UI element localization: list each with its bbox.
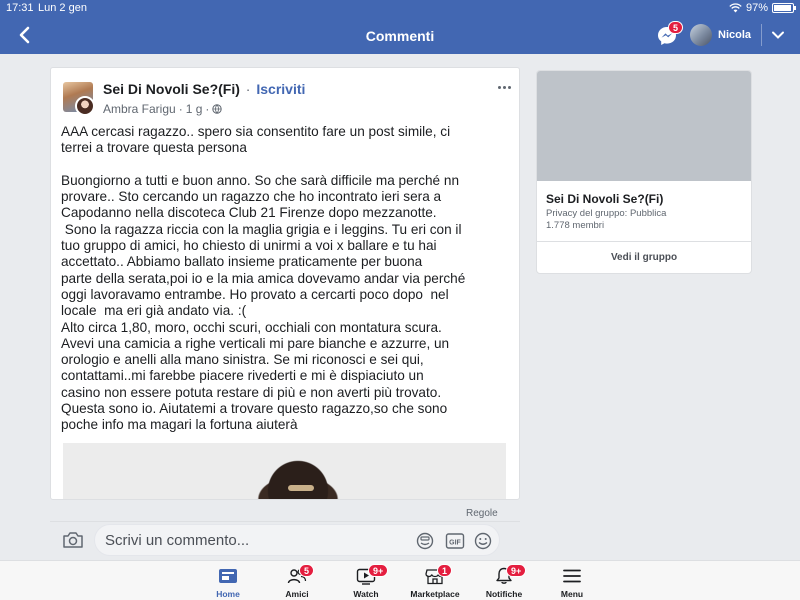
notification-badge: 9+ (368, 564, 389, 577)
post-time[interactable]: 1 g (186, 102, 203, 116)
notification-badge: 1 (437, 564, 453, 577)
more-options-icon[interactable] (498, 86, 512, 90)
group-name-link[interactable]: Sei Di Novoli Se?(Fi) (103, 81, 240, 97)
globe-icon (212, 104, 223, 114)
gif-icon[interactable]: GIF (445, 532, 465, 550)
tab-menu[interactable]: Menu (537, 561, 607, 600)
tab-watch[interactable]: 9+ Watch (331, 561, 401, 600)
wifi-icon (729, 3, 742, 13)
post-header: Sei Di Novoli Se?(Fi) · Iscriviti (103, 81, 305, 97)
view-group-button[interactable]: Vedi il gruppo (537, 242, 751, 273)
subscribe-link[interactable]: Iscriviti (256, 81, 305, 97)
tab-home[interactable]: Home (193, 561, 263, 600)
author-name[interactable]: Ambra Farigu (103, 102, 176, 116)
separator-dot: · (205, 102, 210, 116)
separator-dot: · (178, 102, 183, 116)
author-avatar[interactable] (75, 96, 95, 116)
avatar[interactable] (690, 24, 712, 46)
rules-link[interactable]: Regole (466, 508, 498, 519)
tab-label: Amici (285, 589, 309, 599)
tab-label: Notifiche (485, 589, 523, 599)
separator-dot: · (245, 81, 251, 97)
battery-icon (772, 3, 796, 13)
comment-box: GIF (94, 524, 500, 556)
status-bar: 17:31 Lun 2 gen 97% (0, 0, 800, 16)
bottom-tab-bar: Home 5 Amici 9+ Watch 1 Marketplace 9+ N… (0, 560, 800, 600)
tab-friends[interactable]: 5 Amici (262, 561, 332, 600)
group-cover[interactable] (537, 71, 751, 181)
tab-notifications[interactable]: 9+ Notifiche (469, 561, 539, 600)
group-card: Sei Di Novoli Se?(Fi) Privacy del gruppo… (536, 70, 752, 274)
status-right: 97% (729, 2, 796, 14)
sticker-icon[interactable] (415, 532, 435, 550)
home-icon (219, 569, 237, 583)
group-members: 1.778 membri (546, 220, 605, 231)
notification-badge: 9+ (506, 564, 527, 577)
status-date: Lun 2 gen (38, 2, 87, 14)
menu-icon (563, 569, 581, 583)
tab-label: Home (216, 589, 240, 599)
tab-label: Menu (560, 589, 584, 599)
status-time: 17:31 (6, 2, 34, 14)
divider (50, 521, 520, 522)
post-meta: Ambra Farigu · 1 g · (103, 102, 223, 116)
tab-label: Marketplace (410, 589, 460, 599)
tab-marketplace[interactable]: 1 Marketplace (400, 561, 470, 600)
post-text: AAA cercasi ragazzo.. spero sia consenti… (61, 124, 466, 433)
user-name[interactable]: Nicola (718, 29, 751, 41)
post-card: Sei Di Novoli Se?(Fi) · Iscriviti Ambra … (50, 67, 520, 500)
comment-input[interactable] (105, 525, 415, 555)
post-photo[interactable] (63, 443, 506, 499)
camera-icon[interactable] (62, 530, 84, 550)
top-bar: 17:31 Lun 2 gen 97% Commenti 5 Nicola (0, 0, 800, 54)
messenger-badge: 5 (668, 21, 684, 34)
notification-badge: 5 (299, 564, 315, 577)
svg-text:GIF: GIF (449, 540, 461, 547)
header-divider (761, 24, 762, 46)
group-privacy: Privacy del gruppo: Pubblica (546, 208, 667, 219)
tab-label: Watch (353, 589, 379, 599)
chevron-down-icon[interactable] (771, 28, 785, 42)
group-avatar[interactable] (63, 82, 95, 116)
group-card-name[interactable]: Sei Di Novoli Se?(Fi) (546, 192, 663, 206)
battery-percent: 97% (745, 2, 768, 14)
messenger-button[interactable]: 5 (656, 21, 684, 47)
emoji-icon[interactable] (473, 532, 493, 550)
